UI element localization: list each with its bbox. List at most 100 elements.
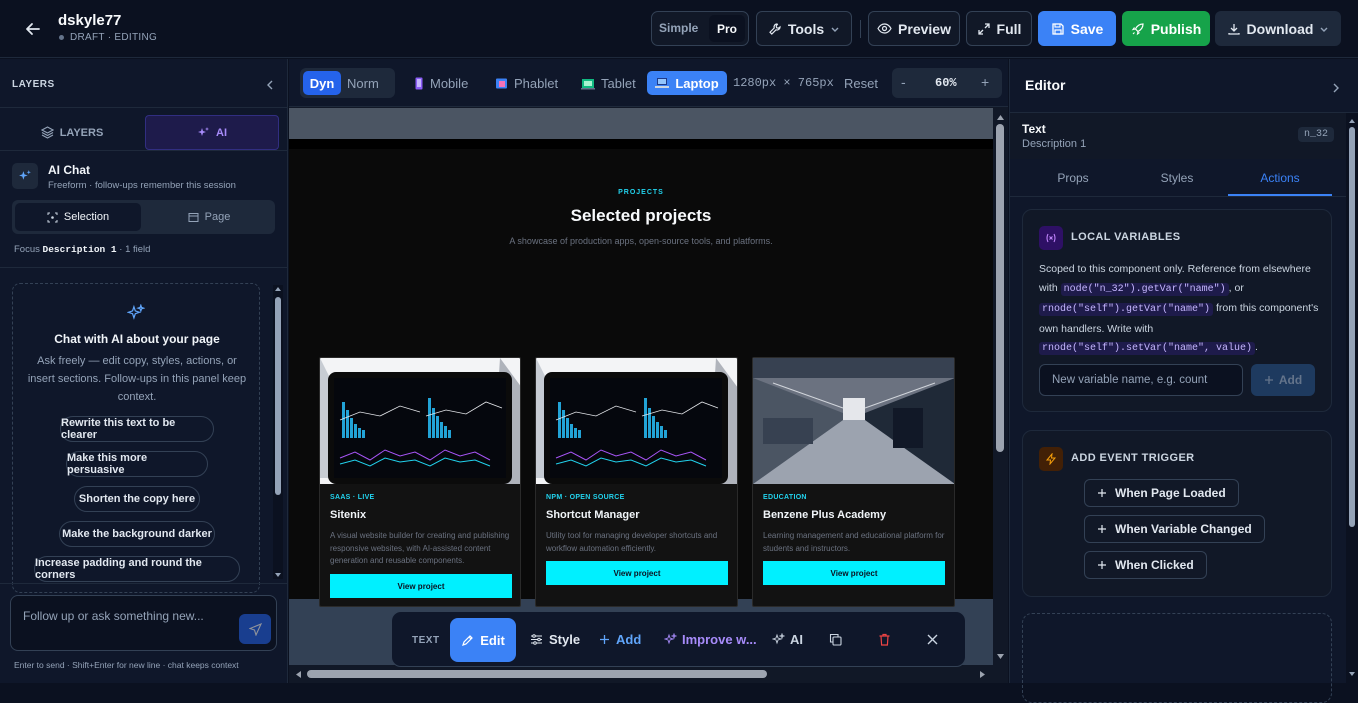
mode-simple-button[interactable]: Simple [659,21,698,35]
trigger-page-loaded[interactable]: When Page Loaded [1084,479,1239,507]
device-phablet[interactable]: Phablet [495,76,558,91]
project-card[interactable]: SAAS · LIVE Sitenix A visual website bui… [319,357,521,607]
scroll-up-icon[interactable] [996,113,1005,121]
scroll-thumb[interactable] [275,297,281,495]
scroll-thumb[interactable] [307,670,767,678]
suggestion-chip[interactable]: Make this more persuasive [66,451,208,477]
pencil-icon [461,634,474,647]
scope-page-button[interactable]: Page [146,203,272,231]
chat-empty-state: Chat with AI about your page Ask freely … [12,283,260,593]
device-laptop[interactable]: Laptop [647,71,727,95]
scroll-down-icon[interactable] [996,653,1005,661]
download-button[interactable]: Download [1215,11,1341,46]
element-type-label: Text [1022,122,1046,136]
project-tag: NPM · OPEN SOURCE [546,494,625,501]
trigger-clicked[interactable]: When Clicked [1084,551,1207,579]
norm-button[interactable]: Norm [347,76,379,91]
chat-input[interactable]: Follow up or ask something new... [10,595,277,651]
local-variables-title: LOCAL VARIABLES [1071,231,1181,243]
tab-styles[interactable]: Styles [1124,171,1230,185]
scroll-up-icon[interactable] [1348,117,1356,124]
chat-input-placeholder: Follow up or ask something new... [23,609,204,623]
project-card[interactable]: EDUCATION Benzene Plus Academy Learning … [752,357,955,607]
scope-selection-button[interactable]: Selection [15,203,141,231]
close-icon[interactable] [927,634,938,645]
suggestion-chip[interactable]: Shorten the copy here [74,486,200,512]
view-project-button[interactable]: View project [763,561,945,585]
device-mobile[interactable]: Mobile [414,76,468,91]
device-tablet[interactable]: Tablet [581,76,636,91]
download-icon [1227,22,1241,36]
suggestion-chip[interactable]: Rewrite this text to be clearer [60,416,214,442]
reset-button[interactable]: Reset [844,76,878,91]
zoom-in-button[interactable]: + [981,74,989,90]
project-status: DRAFT · EDITING [70,32,158,43]
node-id-badge: n_32 [1298,127,1335,142]
scroll-up-icon[interactable] [274,285,282,293]
collapse-left-icon[interactable] [266,80,274,90]
suggestion-chip[interactable]: Make the background darker [59,521,215,547]
suggestion-chip[interactable]: Increase padding and round the corners [34,556,240,582]
new-variable-input[interactable]: New variable name, e.g. count [1039,364,1243,396]
improve-with-ai-button[interactable]: Improve w... [664,632,757,647]
scroll-down-icon[interactable] [1348,671,1356,678]
divider [1010,196,1346,197]
scroll-down-icon[interactable] [274,571,282,579]
editor-scrollbar[interactable] [1346,113,1358,683]
top-bar: dskyle77 DRAFT · EDITING Simple Pro Tool… [0,0,1358,58]
tab-props[interactable]: Props [1020,171,1126,185]
dyn-button[interactable]: Dyn [303,71,341,95]
scope-selection-label: Selection [63,211,110,223]
ai-label: AI [790,632,803,647]
canvas-vertical-scrollbar[interactable] [993,108,1008,668]
device-mobile-label: Mobile [430,76,469,91]
tab-ai[interactable]: AI [145,115,279,150]
sparkles-icon [664,633,677,646]
send-button[interactable] [239,614,271,644]
project-card[interactable]: NPM · OPEN SOURCE Shortcut Manager Utili… [535,357,738,607]
tab-actions[interactable]: Actions [1228,171,1332,185]
page-icon [188,212,199,223]
expand-icon [977,22,991,36]
plus-icon [1097,524,1107,534]
add-button[interactable]: Add [599,632,641,647]
input-hint: Enter to send · Shift+Enter for new line… [14,660,239,670]
edit-button[interactable]: Edit [450,618,516,662]
save-button[interactable]: Save [1038,11,1116,46]
ai-button[interactable]: AI [772,632,803,647]
view-project-button[interactable]: View project [330,574,512,598]
duplicate-icon[interactable] [829,633,842,646]
download-label: Download [1246,20,1314,37]
preview-button[interactable]: Preview [868,11,960,46]
add-variable-label: Add [1278,373,1303,387]
style-button[interactable]: Style [530,632,580,647]
trash-icon[interactable] [878,633,891,646]
plus-icon [1097,560,1107,570]
element-toolbar: TEXT Edit Style Add Improve w... AI [391,611,966,667]
scroll-thumb[interactable] [1349,127,1355,527]
rocket-icon [1131,22,1145,36]
trigger-variable-changed[interactable]: When Variable Changed [1084,515,1265,543]
add-variable-button[interactable]: Add [1251,364,1315,396]
device-tablet-label: Tablet [601,76,636,91]
view-project-button[interactable]: View project [546,561,728,585]
zoom-out-button[interactable]: - [901,74,906,90]
scroll-right-icon[interactable] [979,670,987,679]
project-title: Benzene Plus Academy [763,509,887,521]
canvas-horizontal-scrollbar[interactable] [289,665,993,683]
project-name: dskyle77 [58,12,122,29]
publish-button[interactable]: Publish [1122,11,1210,46]
trigger-label: When Page Loaded [1115,486,1226,500]
device-laptop-label: Laptop [675,75,719,91]
project-description: Utility tool for managing developer shor… [546,531,718,553]
tools-button[interactable]: Tools [756,11,852,46]
scroll-thumb[interactable] [996,124,1004,452]
mode-pro-button[interactable]: Pro [709,15,745,42]
chat-scrollbar[interactable] [273,285,283,579]
scroll-left-icon[interactable] [294,670,302,679]
panel-title: LAYERS [12,79,55,90]
collapse-right-icon[interactable] [1332,83,1340,93]
tab-layers[interactable]: LAYERS [0,115,144,150]
back-arrow-icon[interactable] [24,20,42,38]
fullscreen-button[interactable]: Full [966,11,1032,46]
